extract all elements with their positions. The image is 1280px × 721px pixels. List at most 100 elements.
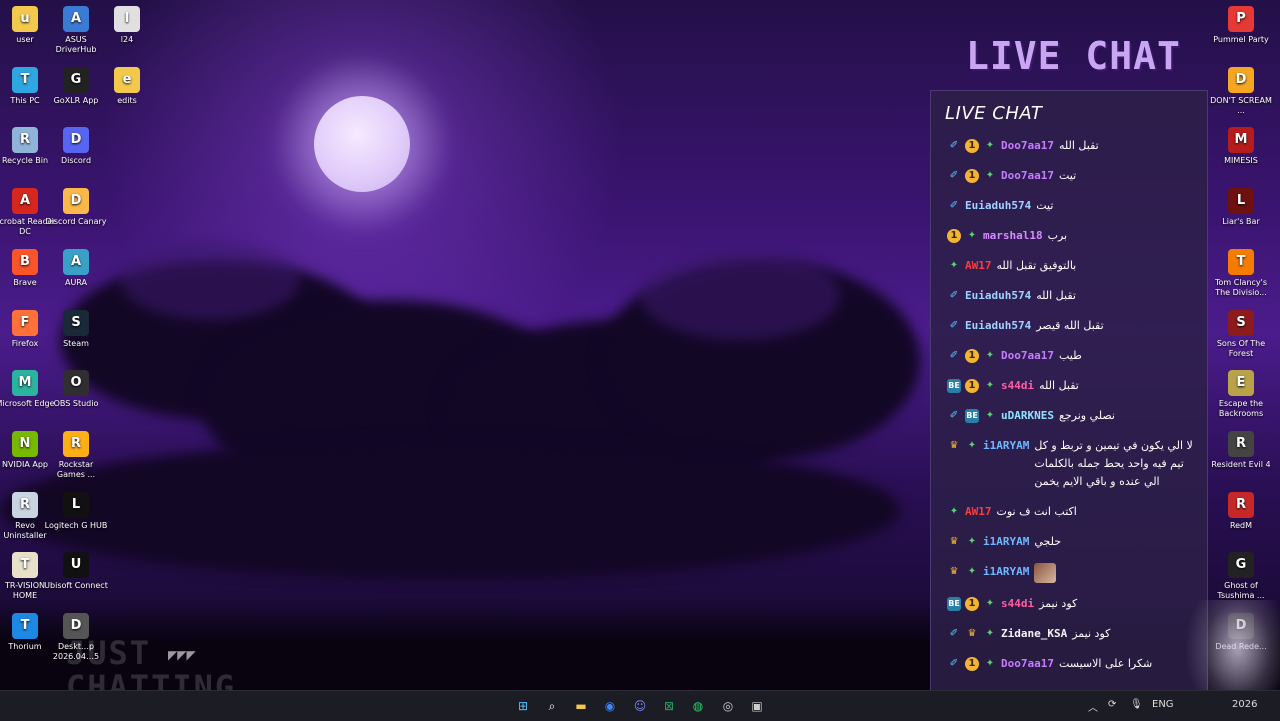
desktop-shortcut[interactable]: D Discord Canary bbox=[44, 188, 108, 227]
windows-start-icon[interactable]: ⊞ bbox=[513, 696, 533, 716]
chat-message: ✐ Euiaduh574 تقبل الله قيصر bbox=[947, 317, 1197, 335]
desktop-shortcut[interactable]: S Steam bbox=[44, 309, 108, 349]
rockstar-icon: R bbox=[63, 430, 89, 457]
spotify-icon[interactable]: ◍ bbox=[688, 696, 708, 716]
acrobat-icon: A bbox=[12, 188, 38, 215]
goxlr-icon: G bbox=[63, 66, 89, 93]
desktop-shortcut[interactable]: S Sons Of The Forest bbox=[1209, 309, 1273, 359]
clock-date[interactable]: 2026 bbox=[1232, 699, 1257, 710]
desktop-shortcut[interactable]: L Logitech G HUB bbox=[44, 491, 108, 531]
dont-scream-icon: D bbox=[1228, 66, 1254, 93]
gem-badge-icon: ✦ bbox=[985, 170, 995, 181]
sword-badge-icon: ✐ bbox=[949, 628, 959, 639]
logitech-icon: L bbox=[63, 491, 89, 518]
chat-text: كود نيمز bbox=[1039, 597, 1078, 610]
chat-username: Doo7aa17 bbox=[1001, 139, 1054, 152]
bot-badge-icon: BE bbox=[947, 597, 961, 611]
chat-badges: ✐ 1 ✦ bbox=[947, 137, 1001, 153]
crown-badge-icon: ♛ bbox=[949, 536, 959, 547]
chat-panel: LIVE CHAT ✐ 1 ✦ Doo7aa17 تقبل الله ✐ 1 ✦ Doo7aa1… bbox=[930, 90, 1208, 692]
desktop-shortcut-label: OBS Studio bbox=[53, 399, 99, 409]
gem-badge-icon: ✦ bbox=[949, 260, 959, 271]
chat-username: Zidane_KSA bbox=[1001, 627, 1068, 640]
terminal-icon[interactable]: ▣ bbox=[747, 696, 767, 716]
desktop-shortcut-label: Sons Of The Forest bbox=[1216, 338, 1266, 358]
chat-badges: ♛ ✦ bbox=[947, 563, 983, 579]
chrome-icon[interactable]: ◉ bbox=[600, 696, 620, 716]
desktop-shortcut[interactable]: R RedM bbox=[1209, 491, 1273, 531]
desktop-shortcut[interactable]: D DON'T SCREAM ... bbox=[1209, 66, 1273, 116]
chat-badges: ✐ bbox=[947, 317, 965, 333]
desktop-shortcut[interactable]: D Discord bbox=[44, 127, 108, 166]
desktop-shortcut[interactable]: T Tom Clancy's The Divisio... bbox=[1209, 248, 1273, 298]
desktop-shortcut[interactable]: A AURA bbox=[44, 248, 108, 288]
mimesis-icon: M bbox=[1228, 127, 1254, 154]
chat-username: uDARKNES bbox=[1001, 409, 1054, 422]
coin-badge-icon: 1 bbox=[965, 349, 979, 363]
desktop-shortcut[interactable]: O OBS Studio bbox=[44, 370, 108, 409]
gem-badge-icon: ✦ bbox=[967, 536, 977, 547]
chat-message: BE 1 ✦ s44di تقبل الله bbox=[947, 377, 1197, 395]
desktop-shortcut[interactable]: U Ubisoft Connect bbox=[44, 552, 108, 591]
chat-text: اكتب انت ف نوت bbox=[996, 505, 1077, 518]
chat-message: 1 ✦ marshal18 برب bbox=[947, 227, 1197, 245]
chat-username: Euiaduh574 bbox=[965, 319, 1032, 332]
desktop-shortcut[interactable]: G Ghost of Tsushima ... bbox=[1209, 552, 1273, 601]
chat-username: i1ARYAM bbox=[983, 535, 1030, 548]
language-indicator[interactable]: ENG bbox=[1152, 699, 1174, 710]
cloud-highlight bbox=[640, 250, 840, 340]
thorium-icon: T bbox=[12, 613, 38, 639]
tray-chevron-icon[interactable]: ︿ bbox=[1088, 699, 1098, 714]
chat-message: ✦ AW17 بالتوفيق تقبل الله bbox=[947, 257, 1197, 275]
taskbar: ⊞ ⌕ ▬ ◉ ☺ ⊠ ◍ ◎ ▣ ︿ ⟳ 🎙 ENG 2026 bbox=[0, 690, 1280, 721]
aura-icon: A bbox=[63, 248, 89, 275]
desktop-shortcut[interactable]: E Escape the Backrooms bbox=[1209, 370, 1273, 419]
chat-username: Euiaduh574 bbox=[965, 289, 1032, 302]
gem-badge-icon: ✦ bbox=[985, 410, 995, 421]
chat-badges: ✐ ♛ ✦ bbox=[947, 625, 1001, 641]
desktop-shortcut[interactable]: R Rockstar Games ... bbox=[44, 430, 108, 480]
chat-message: ✐ BE ✦ uDARKNES نصلي ونرجع bbox=[947, 407, 1197, 425]
desktop-shortcut[interactable]: e edits bbox=[95, 66, 159, 106]
chat-message: BE 1 ✦ s44di كود نيمز bbox=[947, 595, 1197, 613]
chat-message: ✐ Euiaduh574 تيت bbox=[947, 197, 1197, 215]
chat-text: تقبل الله bbox=[1039, 379, 1079, 392]
obs-icon[interactable]: ◎ bbox=[718, 696, 738, 716]
steam-icon: S bbox=[63, 309, 89, 336]
chat-badges: ✐ bbox=[947, 287, 965, 303]
chat-username: s44di bbox=[1001, 379, 1035, 392]
file-explorer-icon[interactable]: ▬ bbox=[571, 696, 591, 716]
chat-badges: ✦ bbox=[947, 257, 965, 273]
chat-message: ✐ 1 ✦ Doo7aa17 طيب bbox=[947, 347, 1197, 365]
microphone-icon[interactable]: 🎙 bbox=[1130, 699, 1143, 710]
chat-badges: ✐ 1 ✦ bbox=[947, 655, 1001, 671]
chat-message: ✐ 1 ✦ Doo7aa17 شكرا على الاسيست bbox=[947, 655, 1197, 673]
desktop-shortcut-label: edits bbox=[117, 95, 137, 105]
chat-username: Euiaduh574 bbox=[965, 199, 1032, 212]
sword-badge-icon: ✐ bbox=[949, 350, 959, 361]
desktop-shortcut[interactable]: M MIMESIS bbox=[1209, 127, 1273, 166]
discord-icon[interactable]: ☺ bbox=[630, 696, 650, 716]
desktop-shortcut[interactable]: l l24 bbox=[95, 6, 159, 45]
sword-badge-icon: ✐ bbox=[949, 290, 959, 301]
chat-badges: ♛ ✦ bbox=[947, 533, 983, 549]
desktop-shortcut-label: Ghost of Tsushima ... bbox=[1217, 581, 1265, 601]
division-icon: T bbox=[1228, 248, 1254, 275]
coin-badge-icon: 1 bbox=[965, 597, 979, 611]
desktop-shortcut-label: Ubisoft Connect bbox=[44, 581, 108, 591]
coin-badge-icon: 1 bbox=[965, 657, 979, 671]
chat-header: LIVE CHAT bbox=[945, 103, 1043, 124]
desktop-shortcut[interactable]: L Liar's Bar bbox=[1209, 188, 1273, 227]
desktop-shortcut[interactable]: R Resident Evil 4 bbox=[1209, 430, 1273, 470]
watermark-line: JUST bbox=[66, 634, 152, 672]
chat-badges: BE 1 ✦ bbox=[947, 595, 1001, 611]
tray-sync-icon[interactable]: ⟳ bbox=[1108, 699, 1116, 710]
excel-icon[interactable]: ⊠ bbox=[659, 696, 679, 716]
search-icon[interactable]: ⌕ bbox=[542, 696, 562, 716]
discord-icon: D bbox=[63, 127, 89, 154]
desktop-shortcut-label: DON'T SCREAM ... bbox=[1210, 95, 1272, 115]
gem-badge-icon: ✦ bbox=[985, 140, 995, 151]
gem-badge-icon: ✦ bbox=[985, 350, 995, 361]
desktop-shortcut-label: l24 bbox=[120, 35, 134, 44]
desktop-shortcut[interactable]: P Pummel Party bbox=[1209, 6, 1273, 45]
